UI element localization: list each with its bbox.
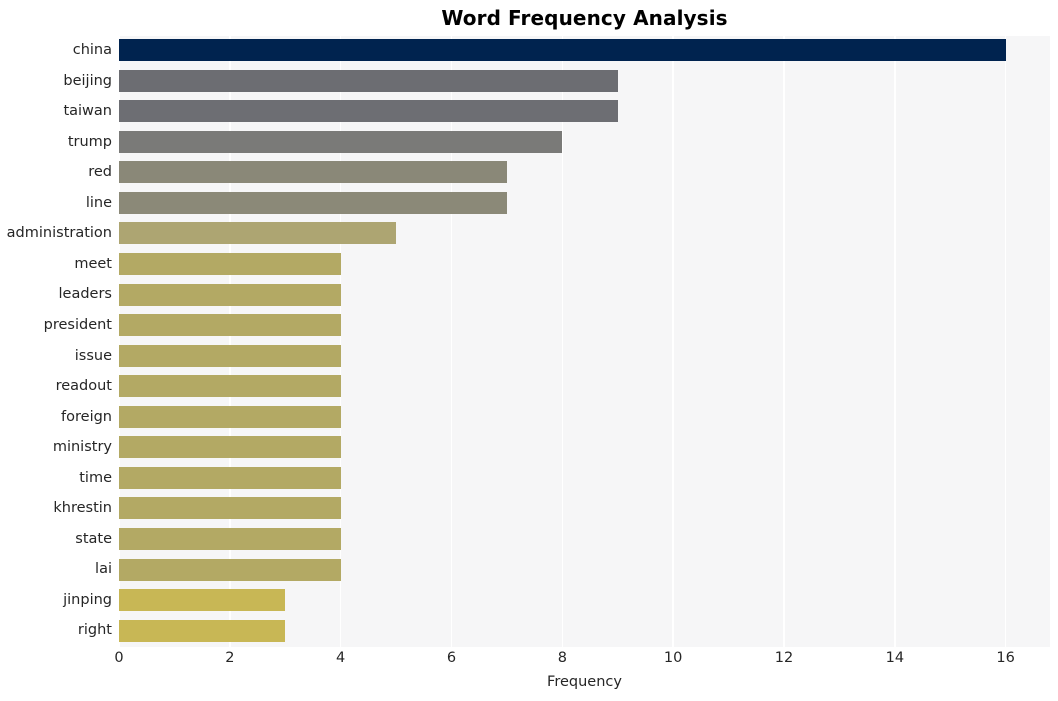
y-tick-label-line: line — [85, 194, 112, 211]
bar[interactable] — [119, 314, 341, 337]
bar[interactable] — [119, 39, 1006, 62]
y-tick-label-trump: trump — [67, 133, 112, 150]
bar-row — [119, 525, 1050, 553]
bar[interactable] — [119, 130, 563, 153]
bar[interactable] — [119, 527, 341, 550]
bar-row — [119, 158, 1050, 186]
bar-row — [119, 250, 1050, 278]
bar[interactable] — [119, 619, 286, 642]
x-tick-label-14: 14 — [885, 650, 905, 666]
y-tick-label-meet: meet — [74, 255, 112, 272]
x-tick-label-10: 10 — [663, 650, 683, 666]
bar-row — [119, 555, 1050, 583]
bar[interactable] — [119, 589, 286, 612]
y-tick-label-leaders: leaders — [58, 286, 112, 303]
bar[interactable] — [119, 283, 341, 306]
bar[interactable] — [119, 497, 341, 520]
y-tick-label-taiwan: taiwan — [63, 103, 112, 120]
bar[interactable] — [119, 161, 507, 184]
x-tick-label-12: 12 — [774, 650, 794, 666]
bar[interactable] — [119, 191, 507, 214]
bar-row — [119, 372, 1050, 400]
bar-row — [119, 586, 1050, 614]
y-tick-label-administration: administration — [6, 225, 112, 242]
bar-row — [119, 433, 1050, 461]
chart-title: Word Frequency Analysis — [441, 6, 728, 30]
y-tick-label-right: right — [77, 622, 112, 639]
bar-row — [119, 616, 1050, 644]
y-tick-label-readout: readout — [55, 378, 112, 395]
x-tick-label-8: 8 — [557, 650, 567, 666]
y-axis-tick-labels: china beijing taiwan trump red line administra… — [0, 36, 112, 647]
y-tick-label-issue: issue — [74, 347, 112, 364]
bar-row — [119, 464, 1050, 492]
bar[interactable] — [119, 375, 341, 398]
y-tick-label-red: red — [88, 164, 112, 181]
x-axis-label: Frequency — [547, 674, 622, 690]
bar-row — [119, 311, 1050, 339]
x-tick-label-2: 2 — [225, 650, 235, 666]
bar[interactable] — [119, 466, 341, 489]
bar[interactable] — [119, 100, 618, 123]
bar-row — [119, 189, 1050, 217]
chart-figure: Word Frequency Analysis china beijing taiw… — [0, 0, 1058, 701]
y-tick-label-state: state — [75, 530, 112, 547]
y-tick-label-lai: lai — [95, 561, 112, 578]
bar[interactable] — [119, 222, 397, 245]
y-tick-label-china: china — [72, 42, 112, 58]
bar[interactable] — [119, 436, 341, 459]
y-tick-label-time: time — [79, 469, 112, 486]
bar-row — [119, 128, 1050, 156]
bar-row — [119, 342, 1050, 370]
x-tick-label-6: 6 — [446, 650, 457, 666]
bar-row — [119, 97, 1050, 125]
bar-row — [119, 67, 1050, 95]
y-tick-label-jinping: jinping — [63, 591, 112, 608]
bar-row — [119, 36, 1050, 64]
plot-area — [119, 36, 1050, 647]
bar-row — [119, 280, 1050, 308]
y-tick-label-khrestin: khrestin — [53, 500, 112, 517]
x-axis-tick-labels: 0 2 4 6 8 10 12 14 16 — [0, 650, 1058, 674]
y-tick-label-foreign: foreign — [61, 408, 112, 425]
y-tick-label-president: president — [43, 316, 112, 333]
bar[interactable] — [119, 69, 618, 92]
bar-row — [119, 403, 1050, 431]
bar-row — [119, 494, 1050, 522]
x-tick-label-16: 16 — [996, 650, 1015, 666]
y-tick-label-beijing: beijing — [63, 72, 112, 89]
x-tick-label-4: 4 — [336, 650, 346, 666]
bar[interactable] — [119, 253, 341, 276]
x-tick-label-0: 0 — [114, 650, 124, 666]
y-tick-label-ministry: ministry — [52, 439, 112, 456]
bar[interactable] — [119, 558, 341, 581]
bar[interactable] — [119, 405, 341, 428]
bar[interactable] — [119, 344, 341, 367]
bar-row — [119, 219, 1050, 247]
